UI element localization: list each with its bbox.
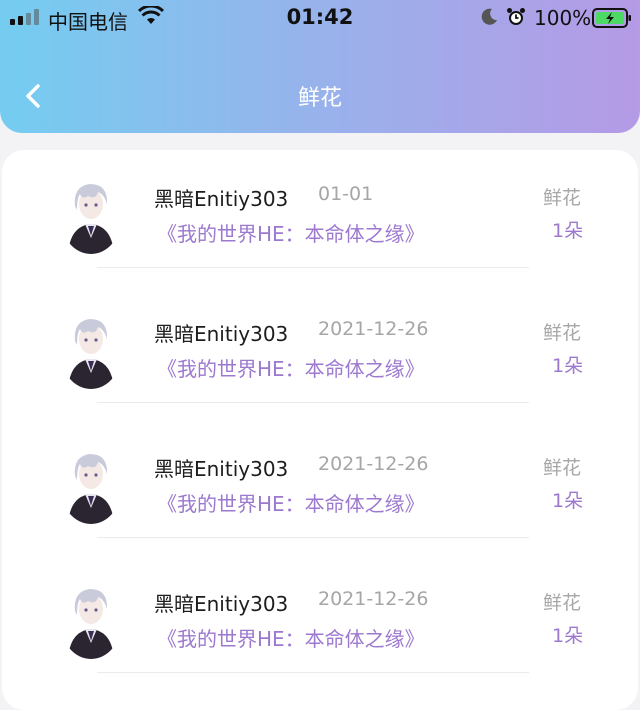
battery-icon	[592, 8, 631, 28]
divider	[97, 402, 529, 403]
divider	[97, 672, 529, 673]
list-item[interactable]: 黑暗Enitiy303 2021-12-26 《我的世界HE：本命体之缘》 鲜花…	[2, 285, 638, 420]
gift-date: 2021-12-26	[318, 588, 429, 610]
gift-count: 1朵	[552, 490, 584, 512]
avatar	[60, 313, 122, 389]
page-title: 鲜花	[297, 86, 342, 111]
book-title-link[interactable]: 《我的世界HE：本命体之缘》	[157, 488, 425, 517]
header-bar: 中国电信 01:42 100% 鲜花	[0, 0, 640, 133]
gift-record-list: 黑暗Enitiy303 01-01 《我的世界HE：本命体之缘》 鲜花 1朵 黑…	[2, 150, 638, 710]
gift-type: 鲜花	[543, 592, 582, 614]
battery-percent: 100%	[534, 6, 592, 30]
avatar	[60, 583, 122, 659]
user-name: 黑暗Enitiy303	[154, 457, 289, 481]
divider	[97, 267, 529, 268]
gift-date: 01-01	[318, 183, 374, 205]
gift-date: 2021-12-26	[318, 453, 429, 475]
gift-type: 鲜花	[543, 322, 582, 344]
book-title-link[interactable]: 《我的世界HE：本命体之缘》	[157, 218, 425, 247]
user-name: 黑暗Enitiy303	[154, 592, 289, 616]
list-item[interactable]: 黑暗Enitiy303 01-01 《我的世界HE：本命体之缘》 鲜花 1朵	[2, 150, 638, 285]
divider	[97, 537, 529, 538]
book-title-link[interactable]: 《我的世界HE：本命体之缘》	[157, 623, 425, 652]
gift-count: 1朵	[552, 625, 584, 647]
moon-icon	[481, 8, 497, 25]
user-name: 黑暗Enitiy303	[154, 187, 289, 211]
list-item[interactable]: 黑暗Enitiy303 2021-12-26 《我的世界HE：本命体之缘》 鲜花…	[2, 555, 638, 690]
gift-type: 鲜花	[543, 457, 582, 479]
avatar	[60, 448, 122, 524]
alarm-icon	[507, 8, 525, 25]
gift-date: 2021-12-26	[318, 318, 429, 340]
avatar	[60, 178, 122, 254]
list-item[interactable]: 黑暗Enitiy303 2021-12-26 《我的世界HE：本命体之缘》 鲜花…	[2, 420, 638, 555]
gift-type: 鲜花	[543, 187, 582, 209]
gift-count: 1朵	[552, 355, 584, 377]
status-bar: 中国电信 01:42 100%	[0, 0, 640, 36]
gift-count: 1朵	[552, 220, 584, 242]
book-title-link[interactable]: 《我的世界HE：本命体之缘》	[157, 353, 425, 382]
user-name: 黑暗Enitiy303	[154, 322, 289, 346]
